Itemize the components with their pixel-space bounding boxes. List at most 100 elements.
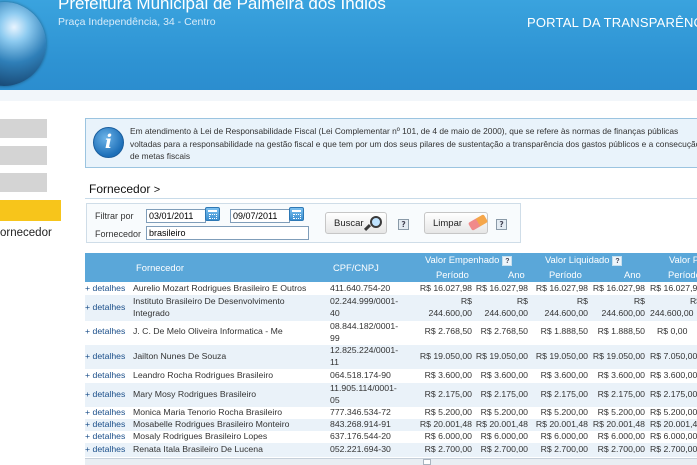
- detail-link[interactable]: + detalhes: [85, 444, 125, 454]
- sidebar-item-active[interactable]: [0, 200, 61, 221]
- header-valor-liquidado: Valor Liquidado?: [545, 254, 623, 266]
- table-row: + detalhes Mary Mosy Rodrigues Brasileir…: [85, 383, 697, 407]
- cell-pago-periodo-line1: R$: [690, 296, 697, 306]
- detail-link[interactable]: + detalhes: [85, 370, 125, 380]
- search-button[interactable]: Buscar: [325, 212, 387, 234]
- section-title-label: Fornecedor: [89, 182, 151, 196]
- cell-cpf-cnpj: 843.268.914-91: [330, 419, 391, 429]
- table-row: + detalhes J. C. De Melo Oliveira Inform…: [85, 321, 697, 345]
- header-empenhado-ano: Ano: [508, 269, 525, 280]
- cell-liquidado-ano: R$ 6.000,00: [597, 431, 645, 441]
- cell-pago-periodo: R$ 2.700,00: [650, 444, 697, 454]
- scrollbar-thumb[interactable]: [423, 459, 431, 465]
- cell-cpf-cnpj: 064.518.174-90: [330, 370, 391, 380]
- cell-cpf-cnpj: 411.640.754-20: [330, 283, 391, 293]
- cell-empenhado-periodo-line1: R$: [460, 296, 472, 306]
- calendar-icon[interactable]: [289, 207, 304, 221]
- cell-liquidado-ano: R$ 19.050,00: [592, 351, 645, 361]
- sidebar-item-2[interactable]: [0, 146, 47, 165]
- detail-link[interactable]: + detalhes: [85, 431, 125, 441]
- detail-link[interactable]: + detalhes: [85, 351, 125, 361]
- cell-empenhado-ano: R$ 19.050,00: [475, 351, 528, 361]
- clear-help-icon[interactable]: ?: [496, 219, 507, 230]
- cell-empenhado-ano: R$ 3.600,00: [480, 370, 528, 380]
- detail-link[interactable]: + detalhes: [85, 407, 125, 417]
- cell-empenhado-ano: R$ 2.175,00: [480, 389, 528, 399]
- header-fornecedor: Fornecedor: [136, 262, 184, 273]
- cell-empenhado-ano: R$ 2.700,00: [480, 444, 528, 454]
- cell-liquidado-periodo: R$ 19.050,00: [535, 351, 588, 361]
- liquidado-help-icon[interactable]: ?: [612, 256, 623, 266]
- cell-empenhado-periodo: R$ 16.027,98: [419, 283, 472, 293]
- header-liquidado-periodo: Período: [549, 269, 582, 280]
- cell-liquidado-periodo: R$ 2.700,00: [540, 444, 588, 454]
- cell-empenhado-ano: R$ 6.000,00: [480, 431, 528, 441]
- detail-link[interactable]: + detalhes: [85, 419, 125, 429]
- cell-liquidado-periodo: R$ 3.600,00: [540, 370, 588, 380]
- cell-fornecedor: Jailton Nunes De Souza: [133, 351, 227, 361]
- sidebar-item-3[interactable]: [0, 173, 47, 192]
- cell-fornecedor: J. C. De Melo Oliveira Informatica - Me: [133, 326, 283, 336]
- cell-liquidado-periodo: R$ 5.200,00: [540, 407, 588, 417]
- cell-liquidado-periodo-line2: 244.600,00: [544, 308, 588, 318]
- detail-link[interactable]: + detalhes: [85, 326, 125, 336]
- search-help-icon[interactable]: ?: [398, 219, 409, 230]
- cell-pago-periodo: R$ 7.050,00: [650, 351, 697, 361]
- header-cpf-cnpj: CPF/CNPJ: [333, 262, 379, 273]
- table-row: + detalhes Aurelio Mozart Rodrigues Bras…: [85, 282, 697, 295]
- sidebar-item-fornecedor[interactable]: Fornecedor: [0, 223, 61, 244]
- cell-empenhado-periodo: R$ 20.001,48: [419, 419, 472, 429]
- header-valor-empenhado: Valor Empenhado?: [425, 254, 513, 266]
- cell-liquidado-ano: R$ 2.175,00: [597, 389, 645, 399]
- cell-fornecedor-line1: Instituto Brasileiro De Desenvolvimento: [133, 296, 285, 306]
- cell-liquidado-ano: R$ 20.001,48: [592, 419, 645, 429]
- detail-link[interactable]: + detalhes: [85, 389, 125, 399]
- table-row: + detalhes Mosaly Rodrigues Brasileiro L…: [85, 431, 697, 443]
- cell-fornecedor: Monica Maria Tenorio Rocha Brasileiro: [133, 407, 283, 417]
- detail-link[interactable]: + detalhes: [85, 302, 125, 312]
- table-row: + detalhes Mosabelle Rodrigues Brasileir…: [85, 419, 697, 431]
- sidebar-item-fornecedor-label: Fornecedor: [0, 227, 52, 239]
- cell-cpf-cnpj-line2: 99: [330, 333, 340, 343]
- table-row: + detalhes Leandro Rocha Rodrigues Brasi…: [85, 369, 697, 383]
- date-to-input[interactable]: 09/07/2011: [230, 209, 290, 223]
- cell-cpf-cnpj: 637.176.544-20: [330, 431, 391, 441]
- sidebar-item-1[interactable]: [0, 119, 47, 138]
- cell-liquidado-ano-line2: 244.600,00: [601, 308, 645, 318]
- date-from-input[interactable]: 03/01/2011: [146, 209, 206, 223]
- cell-liquidado-periodo: R$ 16.027,98: [535, 283, 588, 293]
- cell-empenhado-periodo: R$ 5.200,00: [424, 407, 472, 417]
- detail-link[interactable]: + detalhes: [85, 283, 125, 293]
- cell-liquidado-ano: R$ 5.200,00: [597, 407, 645, 417]
- site-title: Prefeitura Municipal de Palmeira dos Índ…: [58, 0, 386, 13]
- cell-cpf-cnpj-line1: 02.244.999/0001-: [330, 296, 399, 306]
- cell-pago-periodo: R$ 2.175,00: [650, 389, 697, 399]
- empenhado-help-icon[interactable]: ?: [502, 256, 513, 266]
- calendar-icon[interactable]: [205, 207, 220, 221]
- cell-cpf-cnpj-line2: 40: [330, 308, 340, 318]
- cell-liquidado-ano: R$ 2.700,00: [597, 444, 645, 454]
- cell-empenhado-periodo: R$ 3.600,00: [424, 370, 472, 380]
- cell-pago-periodo: R$ 6.000,00: [650, 431, 697, 441]
- cell-empenhado-ano: R$ 20.001,48: [475, 419, 528, 429]
- cell-pago-periodo: R$ 16.027,98: [650, 283, 697, 293]
- search-button-label: Buscar: [334, 218, 364, 229]
- cell-empenhado-ano: R$ 5.200,00: [480, 407, 528, 417]
- info-box: i Em atendimento à Lei de Responsabilida…: [85, 118, 697, 168]
- portal-title: PORTAL DA TRANSPARÊNCIA: [527, 15, 697, 30]
- horizontal-scrollbar[interactable]: [85, 458, 697, 465]
- table-row: + detalhes Jailton Nunes De Souza 12.825…: [85, 345, 697, 369]
- table-header: Fornecedor CPF/CNPJ Valor Empenhado? Val…: [85, 253, 697, 282]
- cell-liquidado-periodo: R$ 6.000,00: [540, 431, 588, 441]
- cell-empenhado-ano: R$ 2.768,50: [480, 326, 528, 336]
- cell-liquidado-periodo-line1: R$: [576, 296, 588, 306]
- cell-empenhado-ano-line1: R$: [516, 296, 528, 306]
- table-row: + detalhes Renata Itala Brasileiro De Lu…: [85, 443, 697, 457]
- header-valor-liquidado-label: Valor Liquidado: [545, 254, 610, 265]
- supplier-input[interactable]: brasileiro: [146, 226, 309, 240]
- header-valor-empenhado-label: Valor Empenhado: [425, 254, 500, 265]
- cell-cpf-cnpj: 777.346.534-72: [330, 407, 391, 417]
- clear-button[interactable]: Limpar: [424, 212, 489, 234]
- header-liquidado-ano: Ano: [624, 269, 641, 280]
- clear-button-label: Limpar: [433, 218, 463, 229]
